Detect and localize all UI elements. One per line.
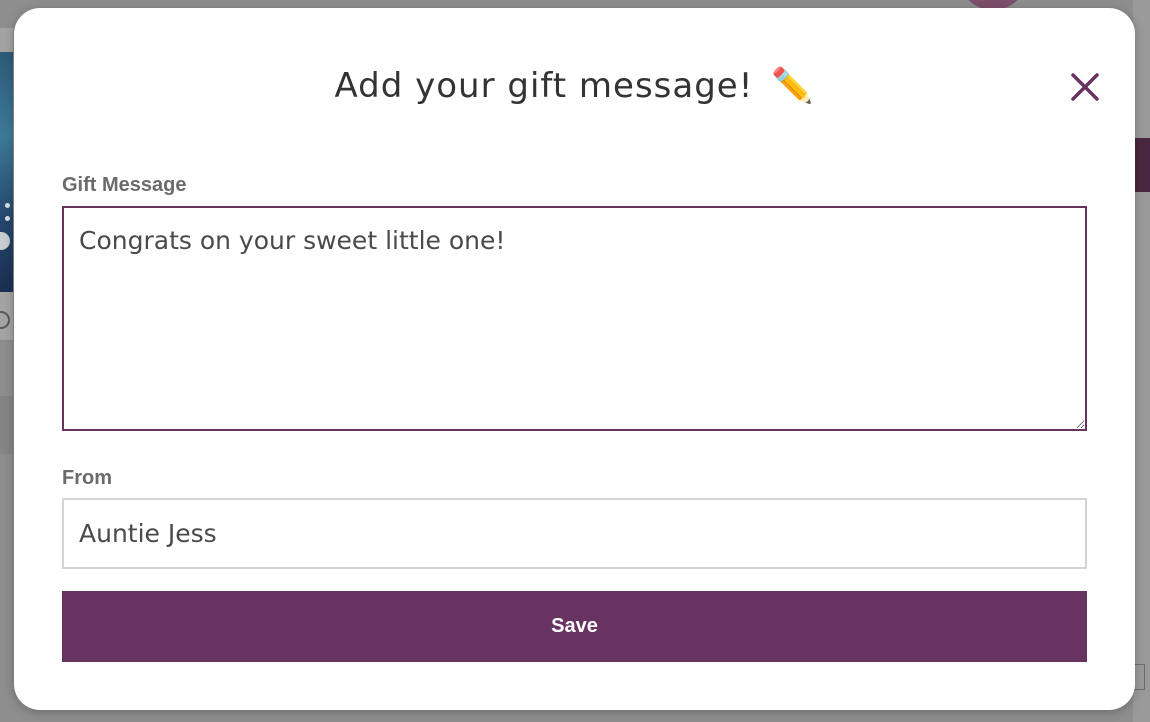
from-input[interactable]: [62, 498, 1087, 569]
background-bar: [0, 396, 13, 454]
background-dot: [5, 203, 10, 208]
modal-title-text: Add your gift message!: [334, 66, 754, 106]
close-button[interactable]: [1068, 70, 1102, 104]
background-button: [1133, 138, 1150, 192]
save-button[interactable]: Save: [62, 591, 1087, 662]
modal-title: Add your gift message! ✏️: [14, 66, 1135, 106]
pencil-icon: ✏️: [771, 66, 815, 106]
from-label: From: [62, 467, 112, 489]
gift-message-label: Gift Message: [62, 174, 187, 196]
background-right-column: [1133, 0, 1150, 722]
background-dot: [5, 216, 10, 221]
close-icon: [1071, 73, 1099, 101]
background-product-image: [0, 52, 13, 292]
gift-message-textarea[interactable]: Congrats on your sweet little one!: [62, 206, 1087, 431]
gift-message-modal: Add your gift message! ✏️ Gift Message C…: [14, 8, 1135, 710]
